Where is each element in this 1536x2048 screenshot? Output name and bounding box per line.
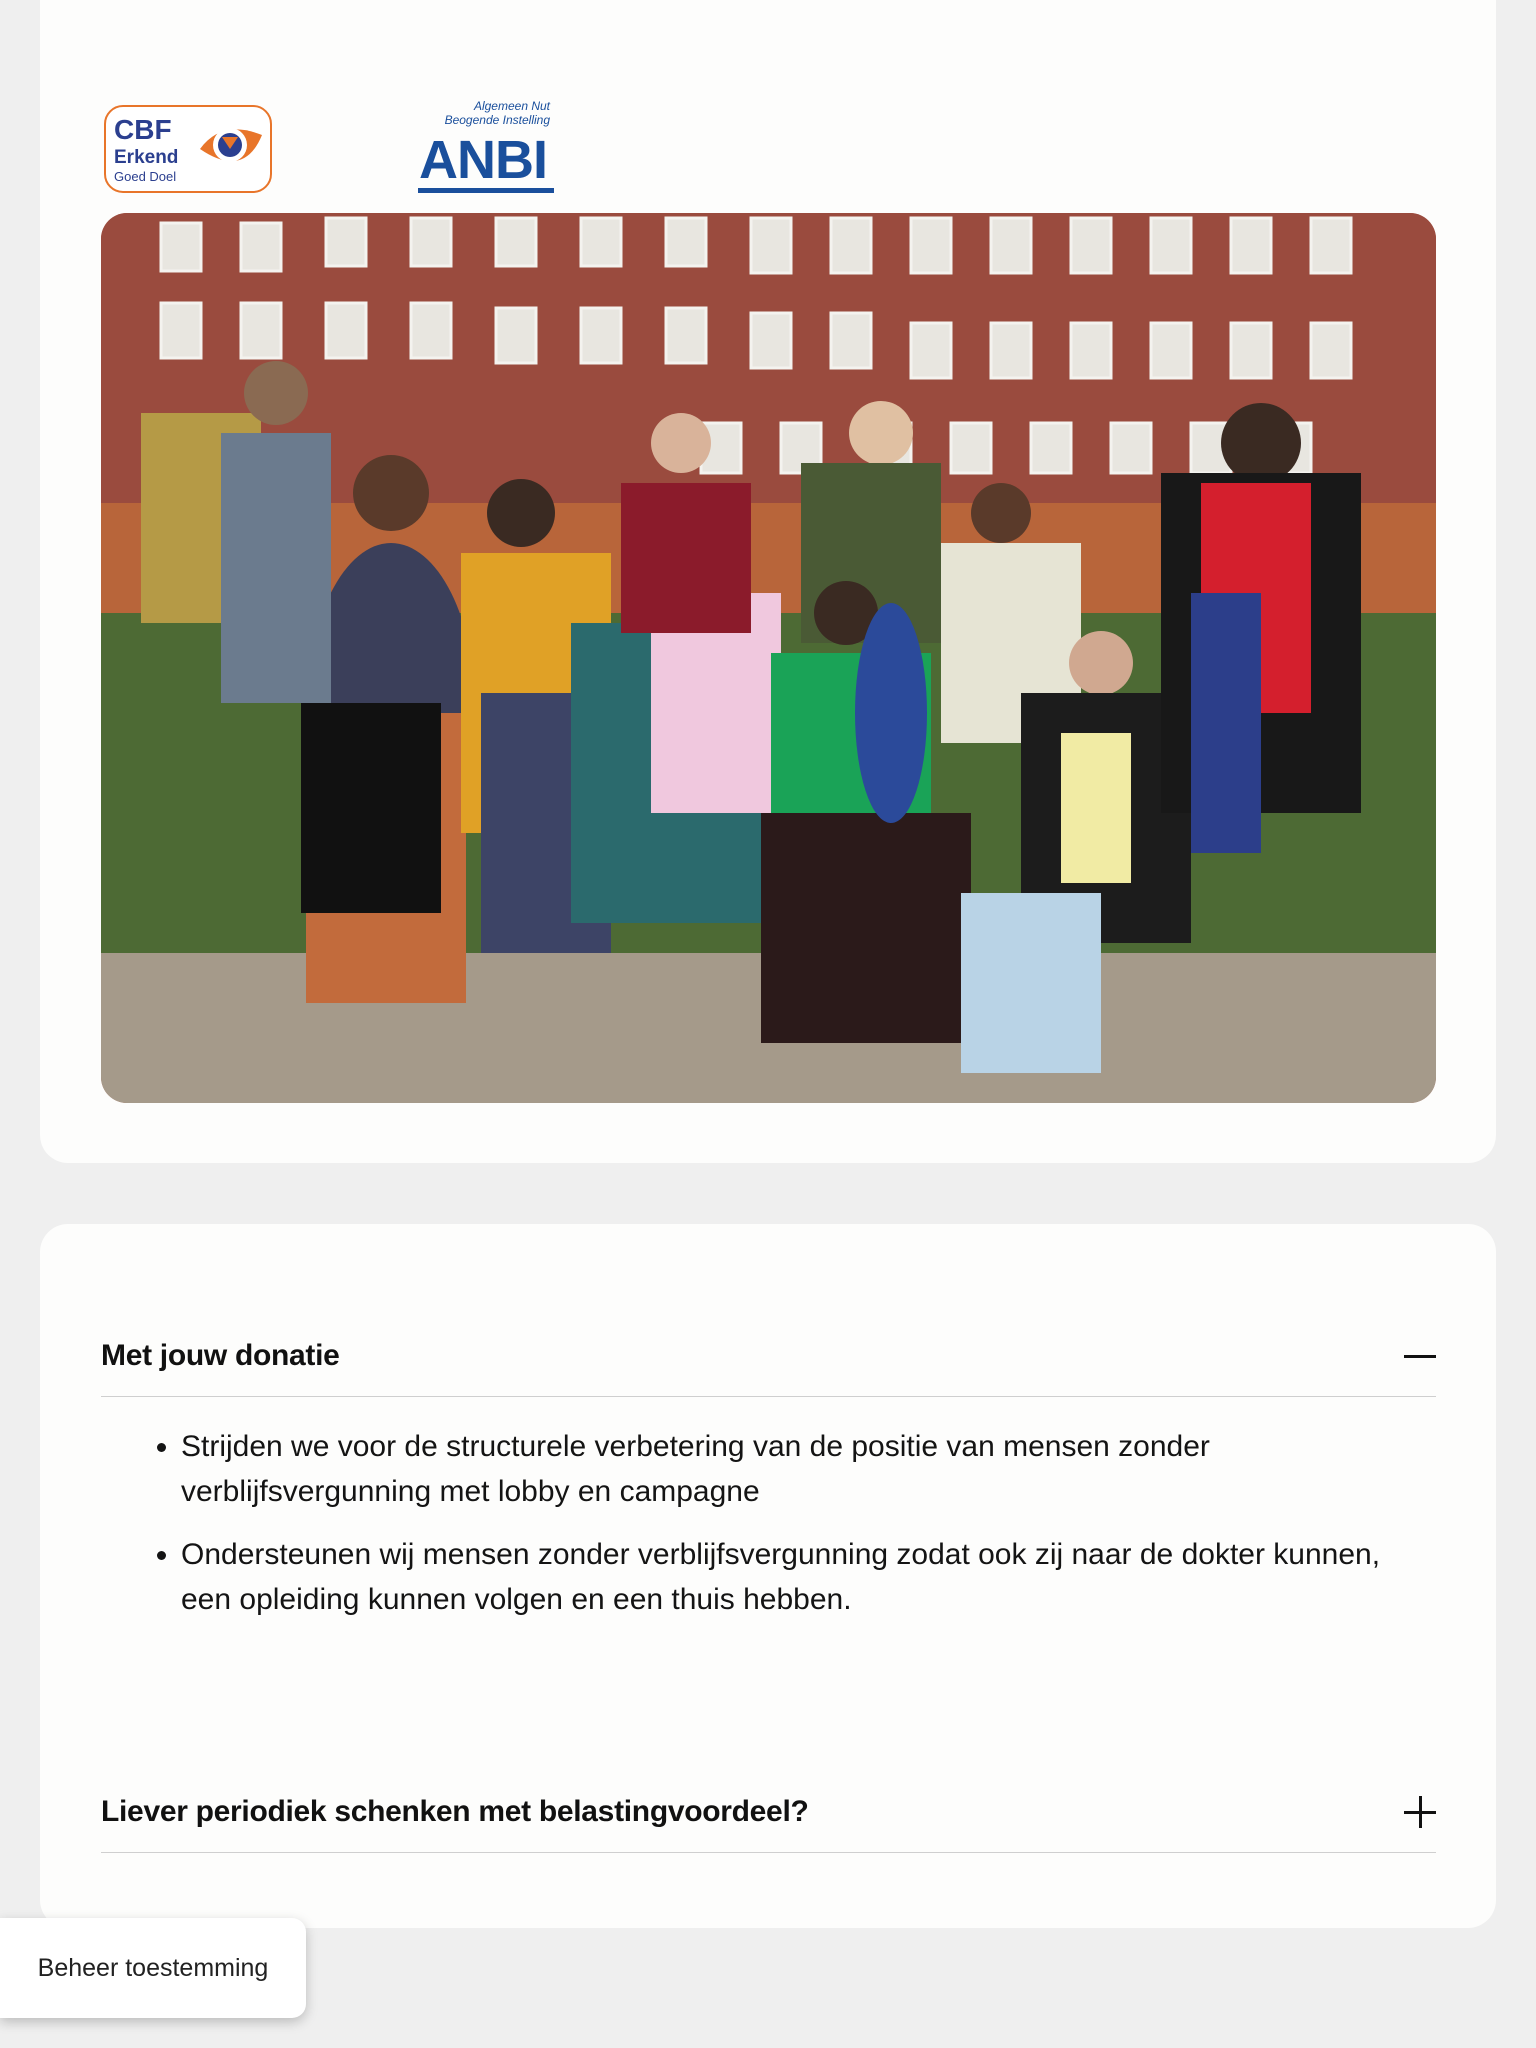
svg-text:Beogende Instelling: Beogende Instelling bbox=[445, 113, 551, 127]
accordion-header-donation[interactable]: Met jouw donatie bbox=[101, 1316, 1436, 1397]
manage-consent-button[interactable]: Beheer toestemming bbox=[0, 1918, 306, 2018]
cbf-logo: CBF Erkend Goed Doel bbox=[104, 105, 272, 193]
svg-text:Goed Doel: Goed Doel bbox=[114, 169, 176, 184]
accordion-panel-donation: Strijden we voor de structurele verbeter… bbox=[101, 1424, 1401, 1640]
donation-info-card: Met jouw donatie Strijden we voor de str… bbox=[40, 1224, 1496, 1928]
hero-card: CBF Erkend Goed Doel Algemeen Nut Beogen… bbox=[40, 0, 1496, 1163]
accordion-title: Liever periodiek schenken met belastingv… bbox=[101, 1795, 809, 1828]
minus-icon[interactable] bbox=[1404, 1340, 1436, 1372]
accordion-header-periodic-giving[interactable]: Liever periodiek schenken met belastingv… bbox=[101, 1772, 1436, 1853]
group-photo bbox=[101, 213, 1436, 1103]
list-item: Ondersteunen wij mensen zonder verblijfs… bbox=[181, 1532, 1401, 1622]
accordion-title: Met jouw donatie bbox=[101, 1339, 340, 1372]
list-item: Strijden we voor de structurele verbeter… bbox=[181, 1424, 1401, 1514]
svg-text:ANBI: ANBI bbox=[419, 130, 547, 190]
anbi-logo: Algemeen Nut Beogende Instelling ANBI bbox=[416, 99, 556, 200]
donation-benefits-list: Strijden we voor de structurele verbeter… bbox=[101, 1424, 1401, 1622]
svg-text:CBF: CBF bbox=[114, 114, 172, 145]
svg-text:Erkend: Erkend bbox=[114, 147, 178, 168]
plus-icon[interactable] bbox=[1404, 1796, 1436, 1828]
svg-text:Algemeen Nut: Algemeen Nut bbox=[473, 100, 551, 113]
